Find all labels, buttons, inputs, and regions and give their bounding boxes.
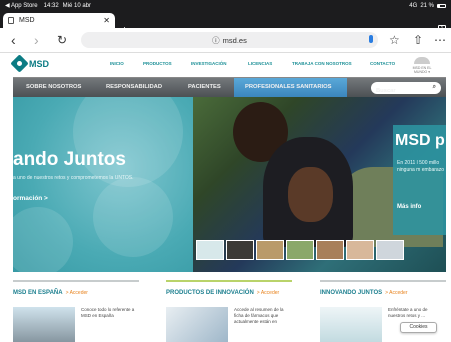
browser-tab[interactable]: MSD ✕ xyxy=(3,13,115,28)
address-bar[interactable]: ⓘ msd.es xyxy=(81,32,378,48)
acceder-link[interactable]: > Acceder xyxy=(385,290,407,296)
topnav-productos[interactable]: PRODUCTOS xyxy=(143,61,172,66)
thumbnail[interactable] xyxy=(196,240,224,260)
site-search-input[interactable]: Buscar ⌕ xyxy=(371,82,441,94)
column-heading[interactable]: MSD EN ESPAÑA > Acceder xyxy=(13,290,139,296)
signal-label: 4G xyxy=(409,2,418,9)
main-nav-sobre[interactable]: SOBRE NOSOTROS xyxy=(26,84,81,90)
acceder-link[interactable]: > Acceder xyxy=(257,290,279,296)
photo-face xyxy=(288,167,333,222)
column-heading[interactable]: INNOVANDO JUNTOS > Acceder xyxy=(320,290,446,296)
topnav-investigacion[interactable]: INVESTIGACIÓN xyxy=(191,61,227,66)
tab-title: MSD xyxy=(19,17,35,24)
column-heading-text: MSD EN ESPAÑA xyxy=(13,290,63,296)
hero-subtitle: a uno de nuestros retos y comprometemos … xyxy=(13,175,134,181)
column-text: Enfréntate a uno de nuestros retos y ... xyxy=(388,307,428,318)
hero-banner: ando Juntos a uno de nuestros retos y co… xyxy=(13,97,446,272)
main-nav-profesionales[interactable]: PROFESIONALES SANITARIOS xyxy=(245,84,332,90)
column-heading[interactable]: PRODUCTOS DE INNOVACIÓN > Acceder xyxy=(166,290,292,296)
msd-logo-icon xyxy=(10,54,29,73)
column-bar xyxy=(320,280,446,282)
hero-right-title: MSD p xyxy=(395,132,445,149)
thumbnail[interactable] xyxy=(256,240,284,260)
decor-circle xyxy=(73,97,183,187)
decor-circle xyxy=(13,207,73,272)
building-image xyxy=(13,307,75,342)
column-text: Conoce todo lo referente a MSD en España xyxy=(81,307,135,318)
column-productos: PRODUCTOS DE INNOVACIÓN > Acceder Accede … xyxy=(166,280,292,342)
info-icon: ⓘ xyxy=(212,35,220,45)
thumbnail[interactable] xyxy=(346,240,374,260)
close-tab-icon[interactable]: ✕ xyxy=(103,16,110,25)
share-icon[interactable]: ⇧ xyxy=(413,33,423,47)
world-selector[interactable]: MSD EN EL MUNDO ▾ xyxy=(407,57,437,74)
thumbnail[interactable] xyxy=(376,240,404,260)
photo-person xyxy=(263,137,353,247)
search-icon[interactable]: ⌕ xyxy=(433,84,436,91)
cookies-button[interactable]: Cookies xyxy=(400,322,437,333)
main-nav-pacientes[interactable]: PACIENTES xyxy=(188,84,221,90)
browser-toolbar: ‹ › ↻ ⓘ msd.es ☆ ⇧ ⋯ xyxy=(0,28,451,53)
battery-percent: 21 % xyxy=(420,2,434,9)
column-text: Accede al resumen de la ficha de fármaco… xyxy=(234,307,284,324)
thumbnail[interactable] xyxy=(286,240,314,260)
bookmark-icon[interactable]: ☆ xyxy=(389,33,400,47)
decor-circle xyxy=(93,177,173,257)
hero-right-link[interactable]: Más info xyxy=(397,204,421,210)
hero-title: ando Juntos xyxy=(13,149,126,170)
tab-bar: MSD ✕ + 1 xyxy=(0,11,451,37)
reload-button[interactable]: ↻ xyxy=(57,32,67,48)
microphone-icon[interactable] xyxy=(369,35,373,43)
column-heading-text: INNOVANDO JUNTOS xyxy=(320,290,383,296)
more-icon[interactable]: ⋯ xyxy=(434,33,446,47)
page-icon xyxy=(8,17,14,24)
topnav-trabaja[interactable]: TRABAJA CON NOSOTROS xyxy=(292,61,352,66)
url-text: msd.es xyxy=(222,35,247,45)
column-msd-espana: MSD EN ESPAÑA > Acceder Conoce todo lo re… xyxy=(13,280,139,342)
world-label: MSD EN EL MUNDO ▾ xyxy=(412,66,432,74)
topnav-licencias[interactable]: LICENCIAS xyxy=(248,61,272,66)
thumbnail[interactable] xyxy=(226,240,254,260)
battery-icon xyxy=(437,3,446,8)
site-header: MSD INICIO PRODUCTOS INVESTIGACIÓN LICEN… xyxy=(0,53,451,77)
hero-right-text: En 2011 l 500 millo ninguna m embarazo xyxy=(397,160,444,173)
back-button[interactable]: ‹ xyxy=(11,32,16,48)
innovando-image xyxy=(320,307,382,342)
lab-image xyxy=(166,307,228,342)
topnav-contacto[interactable]: CONTACTO xyxy=(370,61,395,66)
column-innovando: INNOVANDO JUNTOS > Acceder Enfréntate a u… xyxy=(320,280,446,342)
back-to-app-link[interactable]: ◀ App Store xyxy=(5,2,38,9)
globe-icon xyxy=(414,57,430,64)
thumbnail[interactable] xyxy=(316,240,344,260)
hero-more-link[interactable]: ormación > xyxy=(13,195,48,202)
column-heading-text: PRODUCTOS DE INNOVACIÓN xyxy=(166,290,254,296)
status-time: 14:32 xyxy=(43,2,59,9)
status-date: Mié 10 abr xyxy=(62,2,92,9)
hero-thumbnails xyxy=(196,240,404,260)
acceder-link[interactable]: > Acceder xyxy=(66,290,88,296)
msd-logo[interactable]: MSD xyxy=(10,54,49,73)
column-bar xyxy=(166,280,292,282)
main-nav: SOBRE NOSOTROS RESPONSABILIDAD PACIENTES… xyxy=(13,77,446,97)
main-nav-responsabilidad[interactable]: RESPONSABILIDAD xyxy=(106,84,162,90)
hero-left-panel: ando Juntos a uno de nuestros retos y co… xyxy=(13,97,193,272)
forward-button[interactable]: › xyxy=(34,32,39,48)
status-bar: ◀ App Store 14:32 Mié 10 abr 4G 21 % xyxy=(0,0,451,11)
logo-text: MSD xyxy=(29,58,49,69)
search-placeholder: Buscar xyxy=(376,88,396,94)
column-bar xyxy=(13,280,139,282)
topnav-inicio[interactable]: INICIO xyxy=(110,61,124,66)
